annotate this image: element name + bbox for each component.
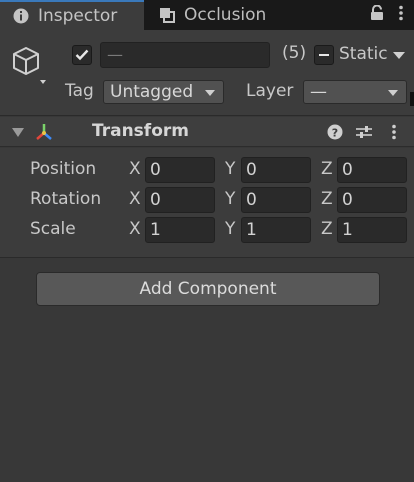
tab-occlusion-label: Occlusion — [184, 5, 267, 25]
gameobject-header: — (5) Static Tag Untagged Layer — — [0, 30, 414, 116]
gameobject-icon[interactable] — [10, 42, 54, 86]
window-edge — [410, 92, 414, 106]
occlusion-icon — [158, 6, 176, 24]
axis-z-label[interactable]: Z — [321, 159, 333, 179]
chevron-down-icon — [388, 90, 398, 96]
tab-occlusion[interactable]: Occlusion — [152, 0, 292, 30]
active-checkbox[interactable] — [72, 45, 92, 65]
axis-x-label[interactable]: X — [129, 219, 141, 239]
rotation-y-field[interactable]: 0 — [241, 187, 311, 213]
svg-text:?: ? — [332, 127, 338, 140]
position-z-field[interactable]: 0 — [337, 157, 407, 183]
transform-icon — [34, 122, 54, 146]
layer-label: Layer — [246, 81, 294, 101]
tag-label: Tag — [65, 81, 94, 101]
position-label[interactable]: Position — [30, 159, 96, 179]
name-field[interactable]: — — [100, 42, 270, 68]
tag-dropdown[interactable]: Untagged — [103, 80, 224, 104]
checkmark-icon — [75, 49, 89, 61]
scale-label[interactable]: Scale — [30, 219, 76, 239]
static-dropdown-arrow[interactable] — [393, 52, 405, 59]
rotation-x-field[interactable]: 0 — [145, 187, 215, 213]
name-field-value: — — [107, 45, 123, 64]
mixed-value-icon — [319, 54, 329, 56]
more-vertical-icon[interactable] — [398, 5, 404, 25]
static-label[interactable]: Static — [339, 44, 388, 64]
help-icon[interactable]: ? — [327, 124, 343, 144]
tab-bar: Inspector Occlusion — [0, 0, 414, 30]
lock-icon[interactable] — [370, 4, 384, 25]
axis-x-label[interactable]: X — [129, 189, 141, 209]
rotation-label[interactable]: Rotation — [30, 189, 101, 209]
position-row: Position X 0 Y 0 Z 0 — [0, 156, 414, 184]
scale-row: Scale X 1 Y 1 Z 1 — [0, 216, 414, 244]
axis-y-label[interactable]: Y — [225, 159, 235, 179]
scale-z-field[interactable]: 1 — [337, 217, 407, 243]
layer-dropdown[interactable]: — — [303, 80, 407, 104]
rotation-row: Rotation X 0 Y 0 Z 0 — [0, 186, 414, 214]
add-component-button[interactable]: Add Component — [36, 272, 380, 306]
presets-icon[interactable] — [355, 124, 373, 144]
tab-inspector[interactable]: Inspector — [0, 0, 144, 30]
more-vertical-icon[interactable] — [391, 124, 397, 144]
info-icon — [12, 7, 30, 25]
rotation-z-field[interactable]: 0 — [337, 187, 407, 213]
tab-inspector-label: Inspector — [38, 6, 118, 26]
component-title: Transform — [92, 121, 189, 141]
foldout-arrow-icon[interactable] — [12, 128, 24, 137]
multi-edit-count: (5) — [282, 43, 307, 63]
axis-x-label[interactable]: X — [129, 159, 141, 179]
chevron-down-icon — [205, 90, 215, 96]
transform-component-header[interactable]: Transform ? — [0, 117, 414, 147]
position-y-field[interactable]: 0 — [241, 157, 311, 183]
axis-y-label[interactable]: Y — [225, 219, 235, 239]
layer-dropdown-value: — — [310, 82, 327, 102]
position-x-field[interactable]: 0 — [145, 157, 215, 183]
tag-dropdown-value: Untagged — [110, 82, 194, 102]
static-checkbox[interactable] — [314, 45, 334, 65]
add-component-label: Add Component — [139, 279, 277, 299]
axis-y-label[interactable]: Y — [225, 189, 235, 209]
axis-z-label[interactable]: Z — [321, 219, 333, 239]
transform-fields: Position X 0 Y 0 Z 0 Rotation X 0 Y 0 Z … — [0, 148, 414, 258]
axis-z-label[interactable]: Z — [321, 189, 333, 209]
scale-y-field[interactable]: 1 — [241, 217, 311, 243]
scale-x-field[interactable]: 1 — [145, 217, 215, 243]
